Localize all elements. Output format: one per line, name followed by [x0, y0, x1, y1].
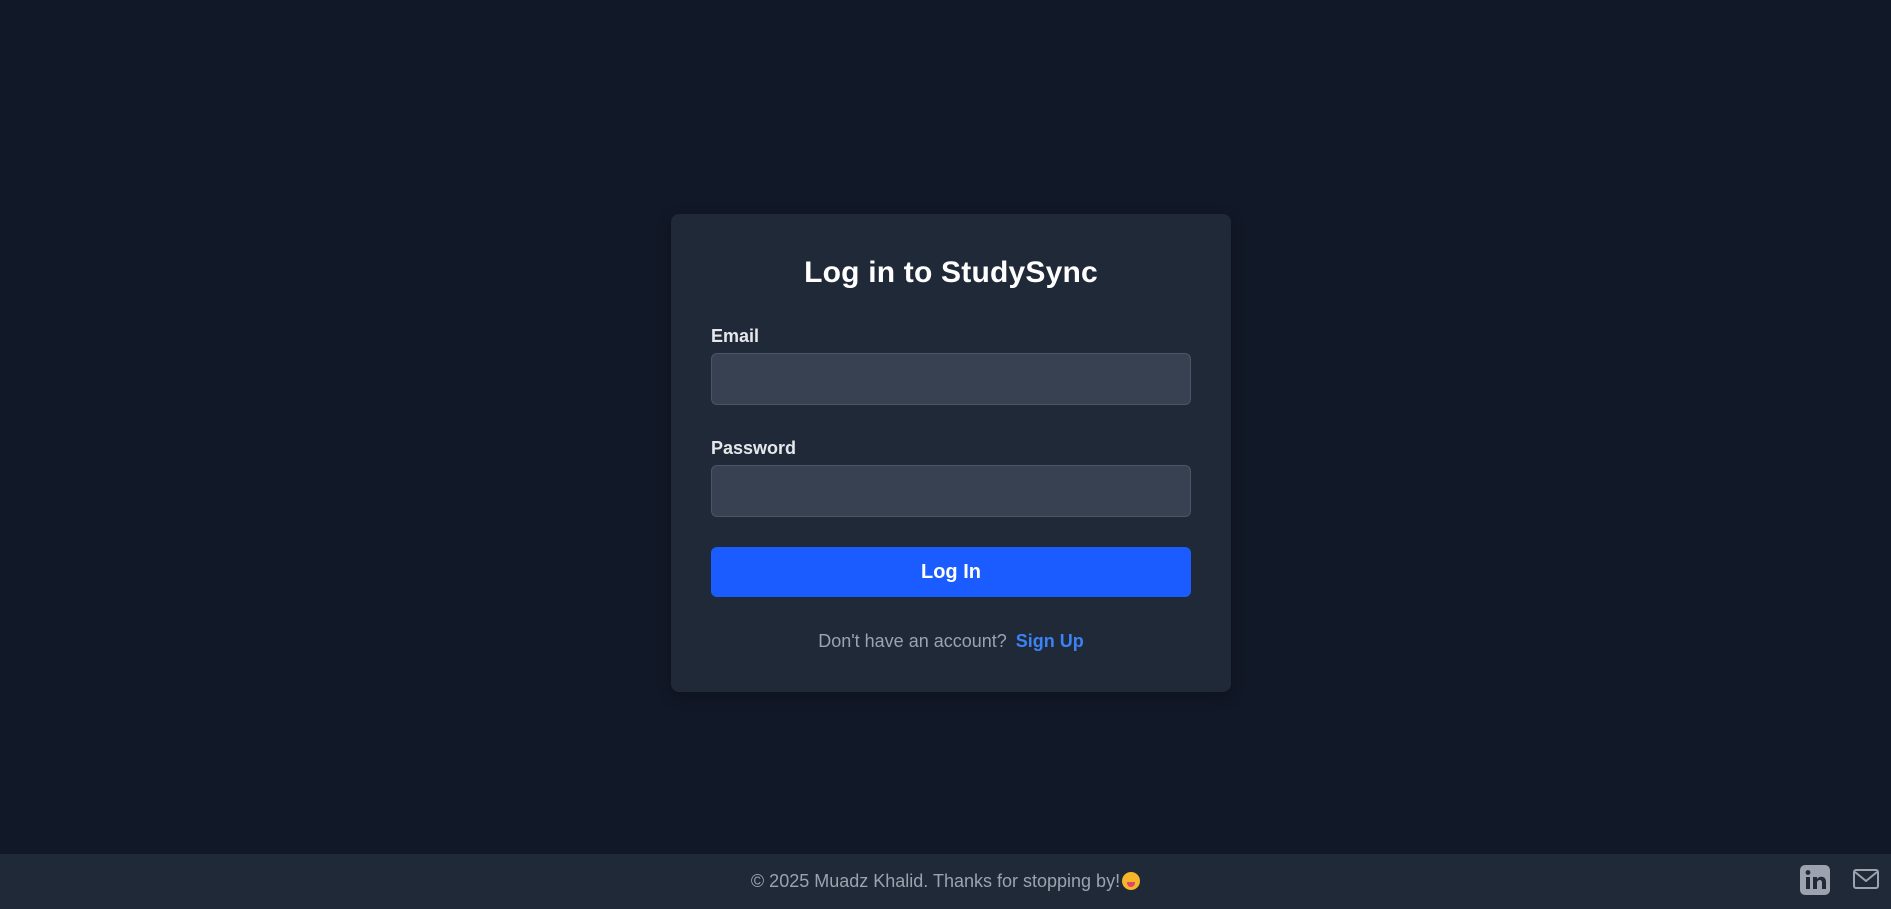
email-field[interactable]	[711, 353, 1191, 405]
login-button[interactable]: Log In	[711, 547, 1191, 597]
signup-prompt: Don't have an account?	[818, 631, 1007, 651]
linkedin-icon[interactable]	[1800, 865, 1830, 895]
signup-row: Don't have an account? Sign Up	[671, 631, 1231, 652]
mail-icon[interactable]	[1852, 867, 1880, 891]
login-card: Log in to StudySync Email Password Log I…	[671, 214, 1231, 692]
footer: © 2025 Muadz Khalid. Thanks for stopping…	[0, 854, 1891, 909]
email-label: Email	[711, 326, 760, 346]
footer-copyright: © 2025 Muadz Khalid. Thanks for stopping…	[750, 871, 1121, 891]
footer-text-container: © 2025 Muadz Khalid. Thanks for stopping…	[0, 871, 1891, 892]
password-field[interactable]	[711, 465, 1191, 517]
login-page: Log in to StudySync Email Password Log I…	[0, 0, 1891, 909]
signup-link[interactable]: Sign Up	[1016, 631, 1084, 651]
tongue-face-emoji-icon	[1122, 872, 1141, 890]
password-label: Password	[711, 438, 797, 458]
page-title: Log in to StudySync	[804, 256, 1098, 289]
